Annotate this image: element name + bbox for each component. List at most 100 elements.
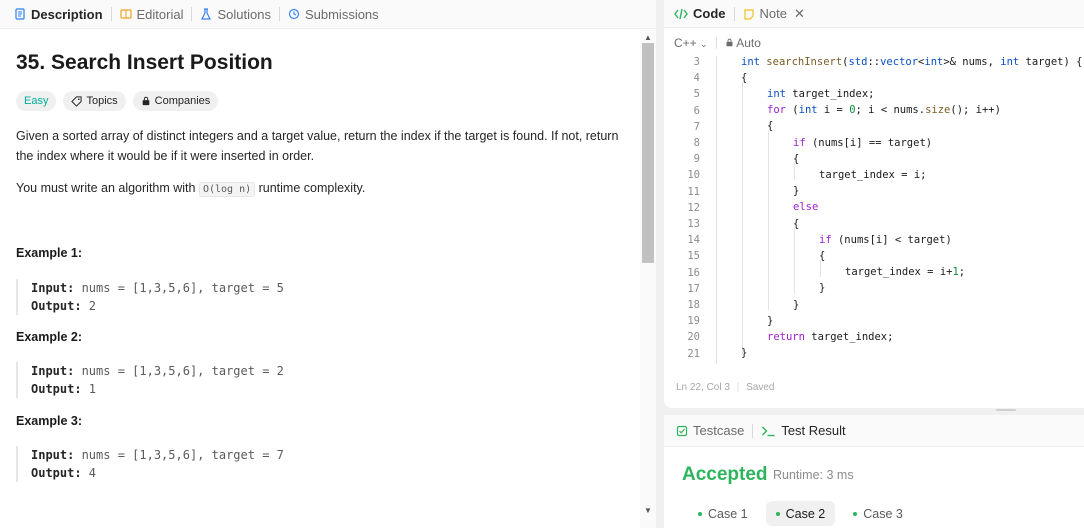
code-line: int searchInsert(std::vector<int>& nums,… <box>741 56 1083 68</box>
tag-icon <box>71 95 83 107</box>
tab-note[interactable]: Note ✕ <box>743 6 805 22</box>
tab-code[interactable]: Code <box>674 6 726 21</box>
line-number: 13 <box>687 218 700 230</box>
companies-button[interactable]: Companies <box>132 91 219 111</box>
case-tabs: Case 1 Case 2 Case 3 <box>688 501 913 526</box>
complexity-code: O(log n) <box>198 182 256 197</box>
result-tabbar: Testcase Test Result <box>664 415 1084 447</box>
tab-testcase[interactable]: Testcase <box>676 423 744 438</box>
mode-indicator[interactable]: Auto <box>725 36 761 50</box>
example-2-heading: Example 2: <box>16 330 83 344</box>
line-number: 9 <box>693 153 700 165</box>
book-icon <box>119 9 132 19</box>
tab-note-label: Note <box>759 6 787 21</box>
line-number: 11 <box>687 186 700 198</box>
indent-guide <box>768 131 769 310</box>
topics-button[interactable]: Topics <box>63 91 126 111</box>
tab-solutions[interactable]: Solutions <box>200 7 271 22</box>
case-tab-3[interactable]: Case 3 <box>843 501 913 526</box>
tab-divider <box>752 423 754 438</box>
output-label: Output: <box>31 299 82 313</box>
example-output: 2 <box>81 299 97 313</box>
code-line: { <box>793 218 800 230</box>
case-tab-2[interactable]: Case 2 <box>765 501 836 526</box>
lock-icon <box>726 38 733 47</box>
example-input: nums = [1,3,5,6], target = 5 <box>74 281 284 295</box>
language-select[interactable]: C++ ⌄ <box>674 36 708 50</box>
code-line: { <box>741 72 748 84</box>
example-output: 4 <box>81 466 97 480</box>
line-number: 7 <box>693 121 700 133</box>
result-panel: Testcase Test Result Accepted Runtime: 3… <box>664 415 1084 528</box>
example-input: nums = [1,3,5,6], target = 2 <box>74 364 284 378</box>
code-editor[interactable]: 3 4 5 6 7 8 9 10 11 12 13 14 15 16 17 18 19 20 21 int sear… <box>664 56 1084 364</box>
example-3-box: Input: nums = [1,3,5,6], target = 7 Outp… <box>16 446 284 482</box>
code-line: int target_index; <box>767 88 875 100</box>
scroll-down-arrow-icon[interactable]: ▼ <box>644 507 652 515</box>
tab-editorial-label: Editorial <box>136 6 184 22</box>
description-panel: Description Editorial Solutions Submissi… <box>0 0 656 528</box>
description-icon <box>15 8 25 20</box>
topics-label: Topics <box>86 95 118 107</box>
example-output: 1 <box>81 382 97 396</box>
line-number: 8 <box>693 137 700 149</box>
tab-submissions[interactable]: Submissions <box>288 7 379 22</box>
line-number: 12 <box>687 202 700 214</box>
line-number: 15 <box>687 250 700 262</box>
complexity-note: You must write an algorithm with O(log n… <box>16 178 636 200</box>
line-number: 5 <box>693 88 700 100</box>
indent-guide <box>794 228 795 294</box>
saved-status: Saved <box>746 382 775 393</box>
tab-editorial[interactable]: Editorial <box>119 6 184 22</box>
code-line: for (int i = 0; i < nums.size(); i++) <box>767 104 1001 116</box>
example-3-heading: Example 3: <box>16 414 83 428</box>
code-line: { <box>793 153 800 165</box>
line-number: 4 <box>693 72 700 84</box>
flask-icon <box>201 8 212 20</box>
example-2-box: Input: nums = [1,3,5,6], target = 2 Outp… <box>16 362 284 398</box>
line-number: 21 <box>687 348 700 360</box>
indent-guide <box>716 56 717 364</box>
tab-test-result-label: Test Result <box>781 423 846 438</box>
code-line: } <box>767 315 774 327</box>
line-number: 18 <box>687 299 700 311</box>
case-label: Case 2 <box>785 506 826 521</box>
toolbar-divider <box>715 37 717 49</box>
scroll-up-arrow-icon[interactable]: ▲ <box>644 34 652 42</box>
case-tab-1[interactable]: Case 1 <box>688 501 758 526</box>
history-icon <box>288 8 300 20</box>
problem-description: Given a sorted array of distinct integer… <box>16 129 619 163</box>
terminal-icon <box>762 426 775 436</box>
tab-divider <box>278 7 280 21</box>
tab-divider <box>733 6 735 21</box>
line-number: 17 <box>687 283 700 295</box>
companies-label: Companies <box>154 95 211 107</box>
pass-dot-icon <box>853 511 858 516</box>
input-label: Input: <box>31 448 75 462</box>
example-input: nums = [1,3,5,6], target = 7 <box>74 448 284 462</box>
problem-title[interactable]: 35. Search Insert Position <box>16 51 273 75</box>
code-icon <box>674 8 688 19</box>
line-number: 19 <box>687 315 700 327</box>
scrollbar-thumb[interactable] <box>642 43 654 263</box>
lock-icon <box>142 96 149 106</box>
pass-dot-icon <box>775 511 780 516</box>
chevron-down-icon: ⌄ <box>700 39 708 49</box>
tab-submissions-label: Submissions <box>304 6 379 22</box>
tab-description[interactable]: Description <box>14 7 103 22</box>
line-number: 10 <box>687 169 700 181</box>
close-icon[interactable]: ✕ <box>794 6 805 22</box>
editor-status: Ln 22, Col 3 | Saved <box>676 382 775 393</box>
input-label: Input: <box>31 364 75 378</box>
indent-guide <box>820 260 821 277</box>
tab-code-label: Code <box>693 6 726 21</box>
complexity-pre: You must write an algorithm with <box>16 181 199 195</box>
code-line: if (nums[i] == target) <box>793 137 933 149</box>
tab-test-result[interactable]: Test Result <box>761 423 846 438</box>
tab-divider <box>191 7 193 21</box>
code-line: target_index = i; <box>819 169 927 181</box>
code-panel: Code Note ✕ C++ ⌄ Auto 3 4 5 6 7 8 9 10 11 12 13 14… <box>664 0 1084 408</box>
case-label: Case 1 <box>708 506 748 521</box>
panel-resize-handle[interactable] <box>996 409 1016 411</box>
left-tabbar: Description Editorial Solutions Submissi… <box>0 0 656 29</box>
